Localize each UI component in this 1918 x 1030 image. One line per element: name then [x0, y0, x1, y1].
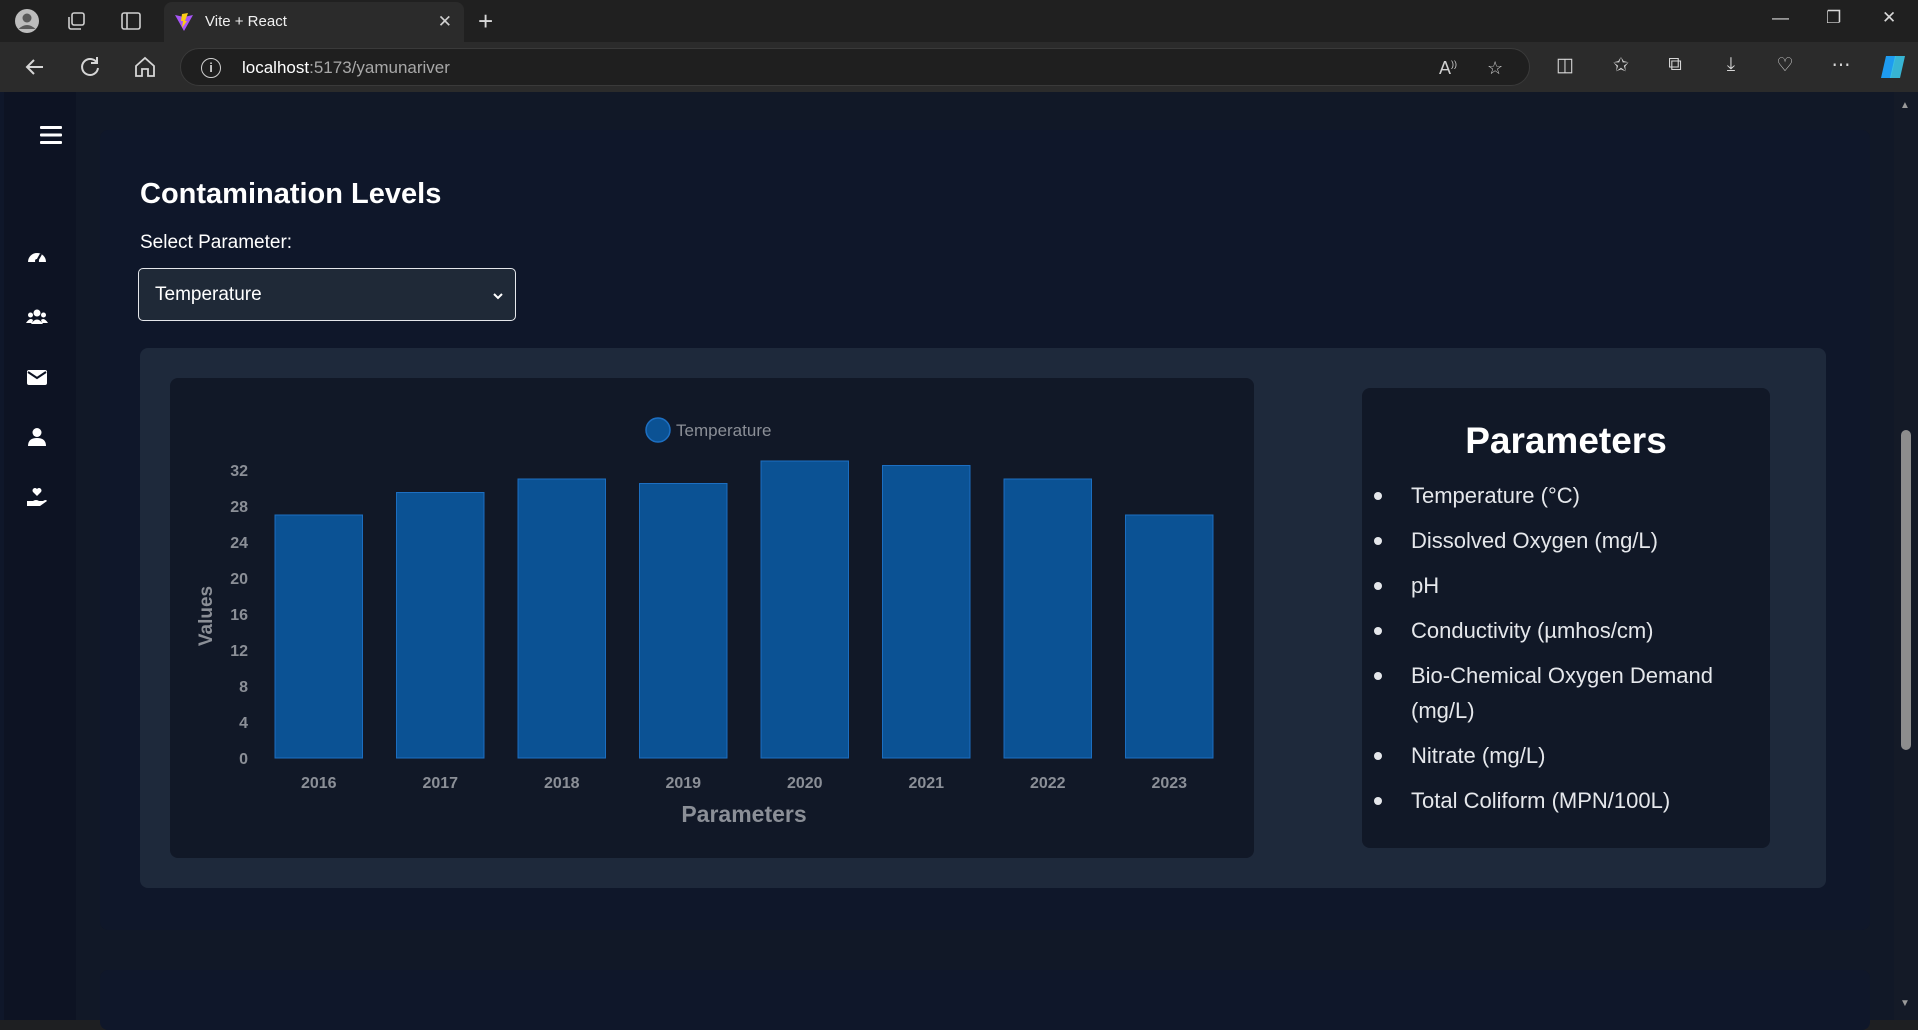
y-tick-label: 4 — [239, 715, 248, 732]
scroll-up-icon[interactable]: ▲ — [1900, 100, 1910, 111]
refresh-icon[interactable] — [77, 54, 103, 80]
mail-icon[interactable] — [26, 366, 52, 392]
x-tick-label: 2022 — [1030, 775, 1066, 792]
y-tick-label: 12 — [230, 643, 248, 660]
active-tab[interactable]: Vite + React ✕ — [164, 2, 464, 42]
x-tick-label: 2016 — [301, 775, 337, 792]
favorites-icon[interactable]: ✩ — [1608, 54, 1634, 80]
y-tick-label: 20 — [230, 571, 248, 588]
site-info-icon[interactable]: i — [201, 58, 221, 78]
minimize-icon[interactable]: — — [1772, 8, 1789, 28]
x-tick-label: 2020 — [787, 775, 823, 792]
y-tick-label: 24 — [230, 535, 248, 552]
read-aloud-icon[interactable]: A)) — [1439, 58, 1457, 79]
copilot-icon[interactable] — [1878, 52, 1904, 78]
page: Contamination Levels Select Parameter: T… — [0, 92, 1918, 1020]
y-axis-title: Values — [196, 586, 217, 646]
collections-icon[interactable]: ⧉ — [1662, 54, 1688, 80]
back-icon[interactable] — [22, 54, 48, 80]
sidebar — [4, 92, 76, 1020]
bar — [275, 515, 362, 758]
x-tick-label: 2017 — [422, 775, 458, 792]
parameter-item: Conductivity (µmhos/cm) — [1374, 613, 1754, 648]
main-content: Contamination Levels Select Parameter: T… — [76, 92, 1894, 1020]
parameters-title: Parameters — [1362, 420, 1770, 462]
parameter-item: Dissolved Oxygen (mg/L) — [1374, 523, 1754, 558]
more-options-icon[interactable]: ⋯ — [1828, 54, 1854, 80]
select-parameter-label: Select Parameter: — [140, 232, 292, 254]
x-tick-label: 2018 — [544, 775, 580, 792]
parameters-list: Temperature (°C) Dissolved Oxygen (mg/L)… — [1374, 478, 1754, 828]
parameter-select[interactable]: Temperature — [138, 268, 516, 321]
x-axis-title: Parameters — [681, 801, 806, 827]
y-tick-label: 28 — [230, 499, 248, 516]
y-tick-label: 0 — [239, 751, 248, 768]
parameter-item: Nitrate (mg/L) — [1374, 738, 1754, 773]
y-tick-label: 32 — [230, 463, 248, 480]
vite-icon — [174, 12, 194, 37]
bar — [1004, 479, 1091, 758]
parameters-list-card: Parameters Temperature (°C) Dissolved Ox… — [1362, 388, 1770, 848]
tab-title: Vite + React — [205, 13, 287, 30]
dashboard-icon[interactable] — [26, 246, 52, 272]
chart-svg: 0 4 8 12 16 20 24 28 32 2016 2017 2018 2019 2020 2021 2… — [170, 378, 1254, 858]
parameter-item: Total Coliform (MPN/100L) — [1374, 783, 1754, 818]
bar — [397, 493, 484, 759]
profile-icon[interactable] — [14, 8, 40, 34]
y-tick-label: 16 — [230, 607, 248, 624]
contamination-card: Contamination Levels Select Parameter: T… — [100, 130, 1870, 930]
restore-icon[interactable]: ❐ — [1826, 8, 1841, 28]
url-text: localhost:5173/yamunariver — [242, 58, 450, 78]
tab-actions-icon[interactable] — [118, 8, 144, 34]
parameter-item: pH — [1374, 568, 1754, 603]
parameter-item: Temperature (°C) — [1374, 478, 1754, 513]
workspaces-icon[interactable] — [64, 8, 90, 34]
home-icon[interactable] — [132, 54, 158, 80]
bar — [883, 466, 970, 759]
chart-panel: 0 4 8 12 16 20 24 28 32 2016 2017 2018 2019 2020 2021 2… — [140, 348, 1826, 888]
donate-icon[interactable] — [26, 486, 52, 512]
close-tab-icon[interactable]: ✕ — [438, 12, 452, 32]
x-tick-label: 2019 — [665, 775, 701, 792]
scroll-down-icon[interactable]: ▼ — [1900, 998, 1910, 1009]
new-tab-icon[interactable]: + — [478, 6, 493, 37]
legend-label: Temperature — [676, 421, 771, 440]
bar — [761, 461, 848, 758]
next-section-card — [100, 970, 1870, 1030]
split-screen-icon[interactable]: ◫ — [1552, 54, 1578, 80]
bar — [518, 479, 605, 758]
users-icon[interactable] — [26, 306, 52, 332]
bar — [640, 484, 727, 759]
bar-chart: 0 4 8 12 16 20 24 28 32 2016 2017 2018 2019 2020 2021 2… — [170, 378, 1254, 858]
x-tick-label: 2021 — [908, 775, 944, 792]
parameter-item: Bio-Chemical Oxygen Demand (mg/L) — [1374, 658, 1754, 728]
browser-tab-bar: Vite + React ✕ + — ❐ ✕ — [0, 0, 1918, 42]
legend-swatch — [646, 418, 670, 442]
close-window-icon[interactable]: ✕ — [1882, 8, 1896, 28]
bar — [1126, 515, 1213, 758]
parameter-select-value: Temperature — [155, 284, 262, 305]
chevron-down-icon — [491, 287, 505, 309]
y-tick-label: 8 — [239, 679, 248, 696]
address-bar[interactable]: i localhost:5173/yamunariver A)) ☆ — [180, 48, 1530, 86]
user-icon[interactable] — [26, 426, 52, 452]
menu-icon[interactable] — [38, 122, 64, 148]
page-title: Contamination Levels — [140, 178, 441, 211]
x-tick-label: 2023 — [1151, 775, 1187, 792]
favorite-star-icon[interactable]: ☆ — [1487, 58, 1503, 79]
page-scrollbar[interactable]: ▲ ▼ — [1894, 92, 1918, 1020]
browser-essentials-icon[interactable]: ♡ — [1772, 54, 1798, 80]
scrollbar-thumb[interactable] — [1901, 430, 1911, 750]
browser-toolbar: i localhost:5173/yamunariver A)) ☆ ◫ ✩ ⧉… — [0, 42, 1918, 92]
downloads-icon[interactable]: ⤓ — [1718, 54, 1744, 80]
